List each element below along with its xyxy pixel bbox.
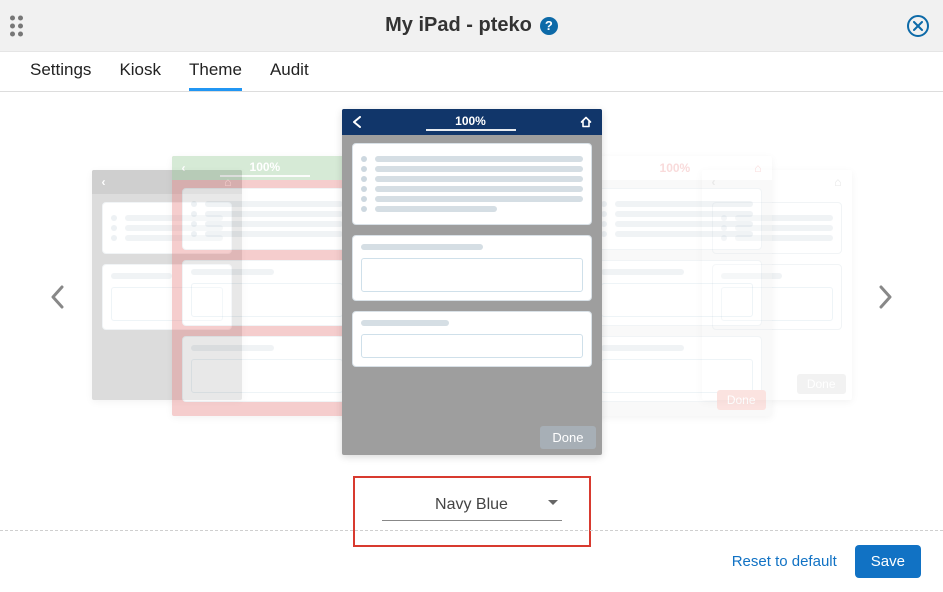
tab-kiosk[interactable]: Kiosk [119, 60, 161, 91]
done-label: Done [717, 390, 766, 410]
help-icon[interactable]: ? [540, 17, 558, 35]
tabs: Settings Kiosk Theme Audit [0, 52, 943, 92]
theme-card[interactable]: ‹100%⌂ [172, 156, 362, 416]
close-icon [913, 21, 923, 31]
reset-to-default-link[interactable]: Reset to default [732, 553, 837, 570]
preview-topbar: 100% [342, 109, 602, 135]
tab-settings[interactable]: Settings [30, 60, 91, 91]
footer: Reset to default Save [0, 530, 943, 592]
progress-label: 100% [455, 114, 486, 128]
chevron-left-icon [50, 285, 64, 309]
tab-theme[interactable]: Theme [189, 60, 242, 91]
done-label: Done [797, 374, 846, 394]
home-icon [580, 116, 592, 128]
close-button[interactable] [907, 15, 929, 37]
save-button[interactable]: Save [855, 545, 921, 578]
home-icon: ⌂ [754, 161, 761, 175]
back-icon [352, 116, 362, 128]
theme-select-value: Navy Blue [435, 496, 508, 514]
progress-label: 100% [250, 160, 281, 174]
progress-label: 100% [660, 161, 691, 175]
theme-card-selected[interactable]: 100% Done [342, 109, 602, 455]
theme-carousel: ‹⌂ ‹100%⌂ ‹100%⌂ Done [0, 100, 943, 500]
done-label: Done [540, 426, 595, 449]
carousel-stage: ‹⌂ ‹100%⌂ ‹100%⌂ Done [92, 140, 852, 440]
tab-audit[interactable]: Audit [270, 60, 309, 91]
drag-handle-icon[interactable] [10, 15, 23, 36]
caret-down-icon [548, 500, 558, 505]
carousel-next[interactable] [869, 274, 903, 326]
theme-card[interactable]: ‹100%⌂ Done [582, 156, 772, 416]
header: My iPad - pteko ? [0, 0, 943, 52]
page-title: My iPad - pteko ? [385, 14, 558, 37]
carousel-prev[interactable] [40, 274, 74, 326]
chevron-right-icon [879, 285, 893, 309]
theme-select[interactable]: Navy Blue [382, 492, 562, 521]
page-title-text: My iPad - pteko [385, 14, 532, 37]
